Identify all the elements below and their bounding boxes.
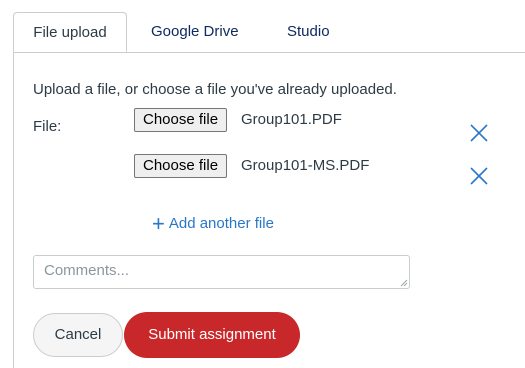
tab-google-drive[interactable]: Google Drive xyxy=(151,12,239,52)
tab-studio[interactable]: Studio xyxy=(287,12,330,52)
upload-content: Upload a file, or choose a file you've a… xyxy=(13,53,525,368)
tab-bar: File upload Google Drive Studio xyxy=(13,12,525,53)
cancel-button[interactable]: Cancel xyxy=(33,313,123,357)
choose-file-button-1[interactable]: Choose file xyxy=(134,108,228,132)
add-another-file-label: Add another file xyxy=(168,215,274,232)
close-x-icon[interactable] xyxy=(469,166,489,186)
upload-instructions: Upload a file, or choose a file you've a… xyxy=(33,81,397,98)
comments-field[interactable] xyxy=(33,255,410,289)
file-name-2: Group101-MS.PDF xyxy=(241,157,370,174)
choose-file-button-2[interactable]: Choose file xyxy=(134,154,228,178)
submit-assignment-button[interactable]: Submit assignment xyxy=(124,312,300,358)
plus-icon: + xyxy=(152,211,165,236)
tab-file-upload[interactable]: File upload xyxy=(13,12,127,52)
add-another-file-link[interactable]: + Add another file xyxy=(152,211,274,237)
file-label: File: xyxy=(33,118,62,135)
file-upload-panel: File upload Google Drive Studio Upload a… xyxy=(0,0,525,368)
close-x-icon[interactable] xyxy=(469,123,489,143)
resize-grip-icon[interactable] xyxy=(400,279,408,287)
file-name-1: Group101.PDF xyxy=(241,111,342,128)
